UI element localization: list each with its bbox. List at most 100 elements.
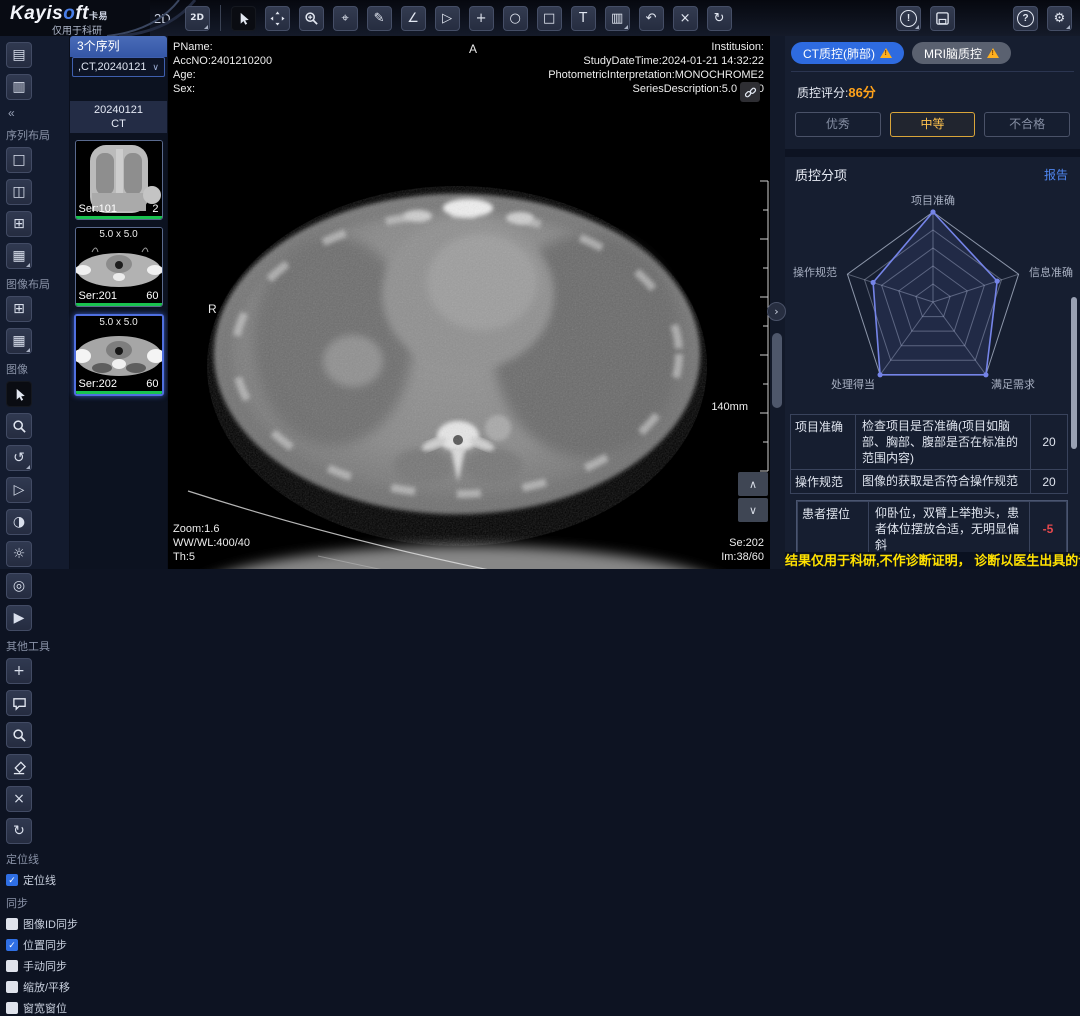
layout-2x2-button[interactable]: ⊞ [6, 211, 32, 237]
eraser-button[interactable] [6, 754, 32, 780]
delete-button[interactable]: × [673, 6, 698, 31]
orientation-marker-anterior: A [469, 42, 477, 56]
tab-mri-brain-qc[interactable]: MRI脑质控 [912, 42, 1011, 64]
window-sync-checkbox[interactable]: 窗宽窗位 [6, 1000, 63, 1016]
find-button[interactable] [6, 722, 32, 748]
layout-1x1-button[interactable]: □ [6, 147, 32, 173]
series-thumbnail-201[interactable]: 5.0 x 5.0 Ser:201 60 [75, 227, 163, 307]
qc-item-name: 患者摆位 [798, 502, 869, 556]
crosshair-icon: + [13, 664, 25, 678]
rectangle-button[interactable]: □ [537, 6, 562, 31]
target-button[interactable]: ◎ [6, 573, 32, 599]
contrast-icon: ◑ [13, 515, 25, 529]
cobb-angle-icon: ▷ [442, 12, 452, 25]
rotate-icon: ↺ [13, 451, 25, 465]
text-annotation-button[interactable]: T [571, 6, 596, 31]
ellipse-button[interactable]: ○ [503, 6, 528, 31]
measure-pencil-button[interactable]: ✎ [367, 6, 392, 31]
checkbox-label: 缩放/平移 [23, 979, 70, 995]
comment-button[interactable] [6, 690, 32, 716]
qc-table-row: 患者摆位仰卧位，双臂上举抱头，患者体位摆放合适，无明显偏斜-5 [797, 501, 1067, 557]
stack-scrollbar-thumb[interactable] [772, 333, 782, 408]
undo-button[interactable]: ↶ [639, 6, 664, 31]
qc-item-desc: 检查项目是否准确(项目如脑部、胸部、腹部是否在标准的范围内容) [856, 415, 1031, 469]
qc-item-score: 20 [1031, 415, 1067, 469]
cursor-button[interactable] [6, 381, 32, 407]
magnifier-button[interactable] [6, 413, 32, 439]
point-marker-button[interactable]: + [469, 6, 494, 31]
pan-button[interactable] [265, 6, 290, 31]
text-annotation-icon: T [579, 12, 587, 25]
scroll-down-button[interactable]: ∨ [738, 498, 768, 522]
angle-icon: ∠ [407, 12, 419, 25]
localizer-line-checkbox[interactable]: ✓定位线 [6, 872, 63, 888]
link-sync-button[interactable] [740, 82, 760, 102]
grid-2x2-button[interactable]: ⊞ [6, 296, 32, 322]
series-browser-button[interactable]: ▤ [6, 42, 32, 68]
scroll-up-button[interactable]: ∧ [738, 472, 768, 496]
section-label: 其他工具 [6, 638, 63, 654]
position-sync-checkbox[interactable]: ✓位置同步 [6, 937, 63, 953]
contrast-button[interactable]: ◑ [6, 509, 32, 535]
stack-scrollbar-track[interactable]: › [770, 36, 785, 569]
reset-icon: ↻ [13, 824, 25, 838]
layout-1x2-button[interactable]: ◫ [6, 179, 32, 205]
reset-button[interactable]: ↻ [707, 6, 732, 31]
point-marker-icon: + [476, 12, 487, 25]
study-selector-dropdown[interactable]: ,CT,20240121 ∨ [72, 57, 165, 77]
rotate-button[interactable]: ↺ [6, 445, 32, 471]
link-icon [744, 86, 757, 99]
close-icon: × [13, 792, 25, 806]
series-thumbnail-101[interactable]: Ser:101 2 [75, 140, 163, 220]
layout-2d-select-button[interactable]: 2D [185, 6, 210, 31]
windowing-target-icon: ⌖ [341, 12, 348, 25]
panel-expand-handle[interactable]: › [767, 302, 786, 321]
zoom-pan-sync-checkbox[interactable]: 缩放/平移 [6, 979, 63, 995]
qc-item-score: 20 [1031, 470, 1067, 493]
info-icon: ! [900, 10, 917, 27]
zoom-in-button[interactable] [299, 6, 324, 31]
report-link[interactable]: 报告 [1044, 166, 1068, 183]
tab-ct-lung-qc[interactable]: CT质控(肺部) [791, 42, 904, 64]
flag-play-icon: ▷ [14, 483, 25, 497]
layout-3x3-button[interactable]: ▦ [6, 243, 32, 269]
collapse-sidebar-button[interactable]: « [8, 106, 63, 120]
image-id-sync-checkbox[interactable]: 图像ID同步 [6, 916, 63, 932]
chevron-down-icon: ∨ [152, 62, 159, 73]
cursor-button[interactable] [231, 6, 256, 31]
crosshair-button[interactable]: + [6, 658, 32, 684]
cobb-angle-button[interactable]: ▷ [435, 6, 460, 31]
qc-table-row: 项目准确检查项目是否准确(项目如脑部、胸部、腹部是否在标准的范围内容)20 [790, 414, 1068, 470]
report-button[interactable]: ▥ [6, 74, 32, 100]
qc-table-row: 操作规范图像的获取是否符合操作规范20 [790, 470, 1068, 494]
info-button[interactable]: ! [896, 6, 921, 31]
grade-fail-button[interactable]: 不合格 [984, 112, 1070, 137]
manual-sync-checkbox[interactable]: 手动同步 [6, 958, 63, 974]
help-button[interactable]: ? [1013, 6, 1038, 31]
disclaimer-marquee: 结果仅用于科研,不作诊断证明， 诊断以医生出具的诊断 [785, 552, 1080, 569]
logo-cn-suffix: 卡易 [89, 11, 108, 21]
grade-medium-button[interactable]: 中等 [890, 112, 976, 137]
series-thumbnail-202-selected[interactable]: 5.0 x 5.0 Ser:202 60 [74, 314, 164, 396]
grid-3x3-button[interactable]: ▦ [6, 328, 32, 354]
flag-play-button[interactable]: ▷ [6, 477, 32, 503]
comment-icon [12, 696, 27, 711]
brightness-button[interactable]: ☼ [6, 541, 32, 567]
save-button[interactable] [930, 6, 955, 31]
reset-button[interactable]: ↻ [6, 818, 32, 844]
report-icon: ▥ [12, 80, 25, 94]
panel-scrollbar-thumb[interactable] [1071, 297, 1077, 449]
qc-score: 质控评分:86分 [791, 72, 1074, 103]
unchecked-checkbox-icon [6, 960, 18, 972]
svg-text:项目准确: 项目准确 [911, 194, 955, 207]
cine-play-button[interactable]: ▶ [6, 605, 32, 631]
windowing-target-button[interactable]: ⌖ [333, 6, 358, 31]
layout-2x2-icon: ⊞ [13, 217, 25, 231]
settings-button[interactable]: ⚙ [1047, 6, 1072, 31]
histogram-button[interactable]: ▥ [605, 6, 630, 31]
checkbox-label: 图像ID同步 [23, 916, 78, 932]
grade-excellent-button[interactable]: 优秀 [795, 112, 881, 137]
close-button[interactable]: × [6, 786, 32, 812]
main-image-viewport[interactable]: PName: AccNO:2401210200 Age: Sex: Instit… [168, 36, 770, 569]
angle-button[interactable]: ∠ [401, 6, 426, 31]
